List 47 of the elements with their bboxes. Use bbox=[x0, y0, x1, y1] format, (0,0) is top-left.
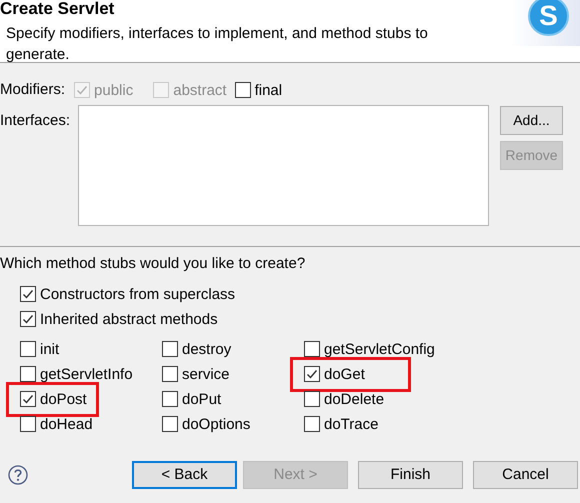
checkbox-label: init bbox=[40, 342, 60, 356]
modifiers-label: Modifiers: bbox=[0, 80, 66, 100]
checkbox[interactable] bbox=[162, 366, 178, 382]
checkbox[interactable] bbox=[20, 391, 36, 407]
footer-button[interactable]: Cancel bbox=[473, 461, 578, 489]
checkbox[interactable] bbox=[304, 391, 320, 407]
checkbox-label: doHead bbox=[40, 416, 93, 432]
checkbox[interactable] bbox=[304, 416, 320, 432]
checkbox[interactable] bbox=[304, 366, 320, 382]
checkbox[interactable] bbox=[20, 311, 36, 327]
checkmark-icon bbox=[22, 313, 34, 325]
checkbox-label: service bbox=[182, 366, 230, 382]
checkbox[interactable] bbox=[20, 286, 36, 302]
stubs-question: Which method stubs would you like to create? bbox=[0, 255, 306, 273]
description-text: Specify modifiers, interfaces to implement, and method stubs to generate. bbox=[6, 24, 429, 65]
checkbox-label: getServletConfig bbox=[324, 342, 435, 356]
checkbox[interactable] bbox=[20, 341, 36, 357]
checkbox-label: doPost bbox=[40, 392, 87, 406]
checkbox-label: doTrace bbox=[324, 416, 378, 432]
interfaces-label: Interfaces: bbox=[0, 111, 72, 131]
checkbox-label: doPut bbox=[182, 392, 222, 406]
checkbox-label: doDelete bbox=[324, 392, 384, 406]
checkbox[interactable] bbox=[162, 416, 178, 432]
checkbox[interactable] bbox=[234, 82, 251, 98]
checkbox-label: final bbox=[254, 82, 282, 98]
footer-button[interactable]: < Back bbox=[132, 461, 237, 489]
checkbox[interactable] bbox=[162, 341, 178, 357]
checkbox-label: Constructors from superclass bbox=[40, 286, 236, 302]
checkbox-label: Inherited abstract methods bbox=[40, 312, 218, 326]
checkmark-icon bbox=[22, 288, 34, 300]
checkbox[interactable] bbox=[304, 341, 320, 357]
dialog-title: Create Servlet bbox=[0, 0, 114, 17]
checkmark-icon bbox=[76, 84, 88, 96]
checkbox-label: doGet bbox=[324, 366, 365, 382]
footer-button[interactable]: Finish bbox=[358, 461, 463, 489]
interface-button[interactable]: Add... bbox=[500, 106, 563, 135]
help-icon[interactable] bbox=[8, 465, 28, 485]
checkmark-icon bbox=[22, 393, 34, 405]
checkbox-label: destroy bbox=[182, 342, 232, 356]
checkbox-label: getServletInfo bbox=[40, 366, 133, 382]
checkbox-label: public bbox=[94, 82, 134, 98]
checkbox[interactable] bbox=[162, 391, 178, 407]
checkmark-icon bbox=[306, 368, 318, 380]
checkbox[interactable] bbox=[20, 366, 36, 382]
checkbox-label: doOptions bbox=[182, 416, 250, 432]
checkbox-label: abstract bbox=[173, 82, 227, 98]
checkbox[interactable] bbox=[20, 416, 36, 432]
